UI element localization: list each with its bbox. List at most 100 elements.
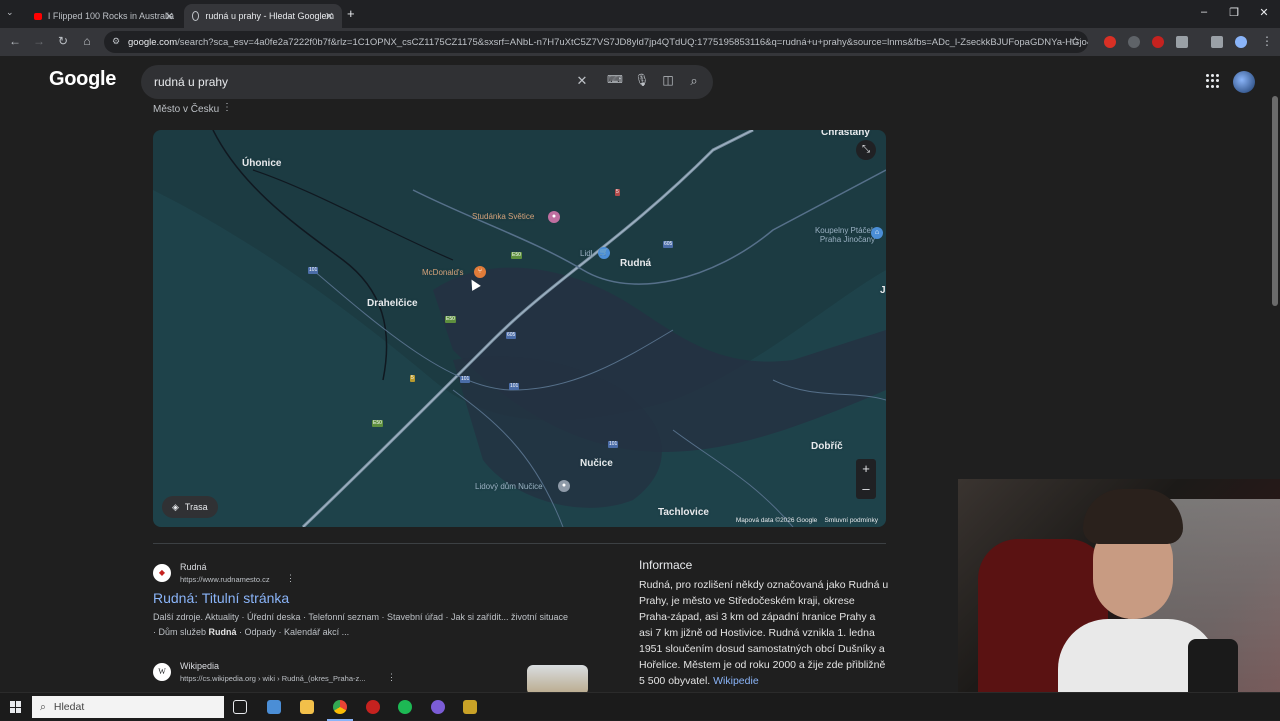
zoom-out-button[interactable]: – <box>856 479 876 499</box>
bookmark-star-icon[interactable]: ☆ <box>1070 34 1081 48</box>
road-shield-101: 101 <box>460 376 471 383</box>
app-red-icon[interactable] <box>366 700 380 714</box>
map-pin-studanka-icon[interactable]: ● <box>548 211 560 223</box>
road-shield-605: 605 <box>506 332 517 339</box>
back-icon[interactable]: ← <box>7 34 23 48</box>
windows-start-icon[interactable] <box>10 701 22 713</box>
new-tab-icon[interactable]: + <box>347 6 355 21</box>
microphone-icon[interactable]: 🎙 <box>634 73 650 87</box>
directions-label: Trasa <box>184 502 208 512</box>
close-tab-icon[interactable]: ✕ <box>165 10 174 23</box>
wikipedia-source-link[interactable]: Wikipedie <box>713 675 759 687</box>
taskbar-search-placeholder: Hledat <box>53 701 85 713</box>
extension-lastpass-icon[interactable] <box>1152 36 1164 48</box>
map-roads <box>153 130 886 527</box>
page-scrollbar[interactable] <box>1272 96 1278 306</box>
task-view-icon[interactable] <box>233 700 247 714</box>
forward-icon[interactable]: → <box>31 34 47 48</box>
search-icon[interactable]: ⌕ <box>686 73 702 89</box>
road-shield-101: 101 <box>608 441 619 448</box>
webcam-overlay <box>958 479 1280 720</box>
directions-button[interactable]: ◈ Trasa <box>162 496 218 518</box>
keyboard-icon[interactable]: ⌨ <box>607 73 623 86</box>
more-options-icon[interactable]: ⋮ <box>222 102 232 113</box>
minimize-icon[interactable]: – <box>1196 6 1212 18</box>
result-snippet: Další zdroje. Aktuality · Úřední deska ·… <box>153 612 569 622</box>
spotify-icon[interactable] <box>398 700 412 714</box>
road-shield-e50: E50 <box>511 252 522 259</box>
search-query: rudná u prahy <box>154 75 229 89</box>
road-shield-5: 5 <box>615 189 620 196</box>
tab-bar: ⌄ I Flipped 100 Rocks in Australia ✕ rud… <box>0 0 1280 28</box>
tab-youtube[interactable]: I Flipped 100 Rocks in Australia ✕ <box>26 4 182 28</box>
search-input[interactable]: rudná u prahy <box>141 65 713 99</box>
map-pin-store-icon[interactable]: ⌂ <box>871 227 883 239</box>
road-shield-e50: E50 <box>445 316 456 323</box>
result-title-link[interactable]: Rudná: Titulní stránka <box>153 590 289 606</box>
site-info-icon[interactable]: ⚙ <box>112 36 120 47</box>
map-pin-shop-icon[interactable]: 🛒 <box>598 247 610 259</box>
collapse-map-icon[interactable]: ⤡ <box>856 140 876 160</box>
url-path: /search?sca_esv=4a0fe2a7222f0b7f&rlz=1C1… <box>177 36 1088 48</box>
map-poi-mcdonalds[interactable]: McDonald's <box>422 268 464 277</box>
extension-mic-icon[interactable] <box>1128 36 1140 48</box>
app-gold-icon[interactable] <box>463 700 477 714</box>
youtube-icon <box>34 12 42 20</box>
map-terms-link[interactable]: Smluvní podmínky <box>825 517 878 524</box>
result-site-name: Rudná <box>180 562 207 572</box>
road-shield-101: 101 <box>308 267 319 274</box>
map-poi-lidl[interactable]: Lidl <box>580 249 592 258</box>
map-poi-koupelny[interactable]: Koupelny Ptáček Praha Jinočany <box>795 226 875 244</box>
close-tab-icon[interactable]: ✕ <box>325 10 334 23</box>
account-avatar[interactable] <box>1233 71 1255 93</box>
extensions-puzzle-icon[interactable] <box>1176 36 1188 48</box>
road-shield-101: 101 <box>509 383 520 390</box>
taskbar-search-input[interactable]: ⌕ Hledat <box>32 696 224 718</box>
map-poi-studanka[interactable]: Studánka Světice <box>472 212 534 221</box>
search-icon: ⌕ <box>40 700 46 713</box>
map-pin-place-icon[interactable]: ● <box>558 480 570 492</box>
file-explorer-icon[interactable] <box>300 700 314 714</box>
tab-title: I Flipped 100 Rocks in Australia <box>47 11 174 21</box>
info-heading: Informace <box>639 558 693 572</box>
road-shield-e50: E50 <box>372 420 383 427</box>
result-thumbnail[interactable] <box>527 665 588 692</box>
map[interactable]: Úhonice Rudná Drahelčice Nučice Dobříč T… <box>153 130 886 527</box>
rudna-favicon-icon: ◆ <box>153 564 171 582</box>
lens-camera-icon[interactable]: ◫ <box>660 73 676 87</box>
menu-kebab-icon[interactable]: ⋮ <box>1261 34 1273 48</box>
media-control-icon[interactable] <box>1211 36 1223 48</box>
app-purple-icon[interactable] <box>431 700 445 714</box>
home-icon[interactable]: ⌂ <box>79 34 95 48</box>
map-label-edge: J <box>880 285 886 296</box>
road-shield-605: 605 <box>663 241 674 248</box>
clear-search-icon[interactable]: ✕ <box>574 73 590 89</box>
map-label-drahelcice: Drahelčice <box>367 298 418 309</box>
map-label-uhonice: Úhonice <box>242 158 282 169</box>
extension-red-icon[interactable] <box>1104 36 1116 48</box>
reload-icon[interactable]: ↻ <box>55 34 71 48</box>
info-description: Rudná, pro rozlišení někdy označovaná ja… <box>639 579 889 687</box>
map-label-dobric: Dobříč <box>811 441 843 452</box>
tab-title: rudná u prahy - Hledat Googlem <box>205 11 334 21</box>
wikipedia-favicon-icon: W <box>153 663 171 681</box>
map-poi-lidovy-dum[interactable]: Lidový dům Nučice <box>475 482 543 491</box>
globe-icon <box>192 11 200 21</box>
restore-icon[interactable]: ❐ <box>1226 6 1242 19</box>
profile-avatar-icon[interactable] <box>1235 36 1247 48</box>
result-url[interactable]: https://www.rudnamesto.cz <box>180 575 270 584</box>
zoom-in-button[interactable]: + <box>856 459 876 479</box>
address-bar[interactable]: ⚙ google.com/search?sca_esv=4a0fe2a7222f… <box>104 31 1088 53</box>
map-data-credit: Mapová data ©2026 Google <box>735 517 818 524</box>
result-url[interactable]: https://cs.wikipedia.org › wiki › Rudná_… <box>180 674 366 683</box>
tab-google-search[interactable]: rudná u prahy - Hledat Googlem ✕ <box>184 4 342 28</box>
map-label-chrastany: Chrastany <box>821 130 870 138</box>
apps-grid-icon[interactable] <box>1206 74 1220 88</box>
result-more-icon[interactable]: ⋮ <box>286 573 295 584</box>
close-window-icon[interactable]: ✕ <box>1256 6 1272 19</box>
google-logo[interactable]: Google <box>49 68 116 91</box>
result-more-icon[interactable]: ⋮ <box>387 672 396 683</box>
chrome-icon[interactable] <box>333 700 347 714</box>
store-icon[interactable] <box>267 700 281 714</box>
tab-search-chevron-icon[interactable]: ⌄ <box>6 7 14 18</box>
